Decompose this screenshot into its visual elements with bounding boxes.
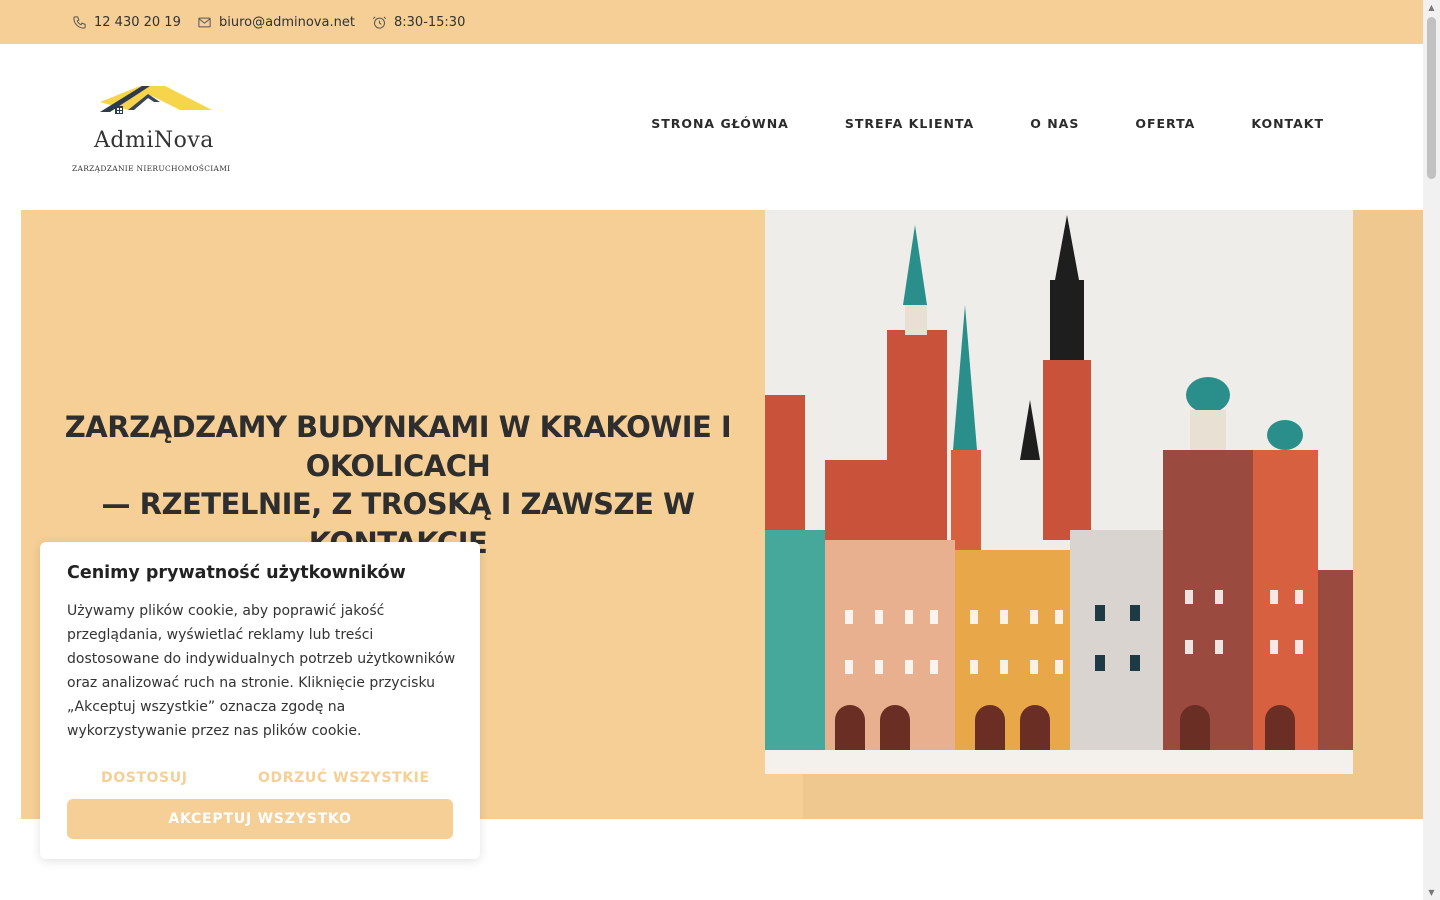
scroll-up-icon[interactable]: ▲ — [1427, 3, 1436, 12]
site-header: AdmiNova ZARZĄDZANIE NIERUCHOMOŚCIAMI ST… — [0, 44, 1423, 210]
krakow-illustration — [765, 210, 1353, 774]
hero-title-line: OKOLICACH — [305, 448, 491, 483]
cookie-customize-button[interactable]: DOSTOSUJ — [101, 770, 188, 786]
nav-offer[interactable]: OFERTA — [1135, 116, 1195, 131]
cookie-accept-button[interactable]: AKCEPTUJ WSZYSTKO — [67, 799, 453, 839]
hours-info: 8:30-15:30 — [372, 0, 465, 44]
krakow-buildings-image — [765, 210, 1353, 774]
scroll-down-icon[interactable]: ▼ — [1427, 888, 1436, 897]
cookie-consent-dialog: Cenimy prywatność użytkowników Używamy p… — [40, 542, 480, 859]
nav-about[interactable]: O NAS — [1030, 116, 1079, 131]
phone-number: 12 430 20 19 — [94, 14, 181, 30]
hero-title-line: ZARZĄDZAMY BUDYNKAMI W KRAKOWIE I — [64, 410, 732, 444]
nav-contact[interactable]: KONTAKT — [1251, 116, 1324, 131]
mail-icon — [198, 17, 211, 27]
nav-client-zone[interactable]: STREFA KLIENTA — [845, 116, 974, 131]
cookie-title: Cenimy prywatność użytkowników — [67, 563, 406, 583]
page-scrollbar[interactable]: ▲ ▼ — [1423, 0, 1440, 900]
email-contact[interactable]: biuro@adminova.net — [197, 0, 355, 44]
logo-tagline: ZARZĄDZANIE NIERUCHOMOŚCIAMI — [72, 164, 231, 173]
hero-title-line: — RZETELNIE, Z TROSKĄ I ZAWSZE W — [101, 487, 695, 521]
opening-hours: 8:30-15:30 — [394, 14, 466, 30]
site-logo[interactable]: AdmiNova ZARZĄDZANIE NIERUCHOMOŚCIAMI — [70, 84, 245, 179]
email-address: biuro@adminova.net — [219, 14, 355, 30]
phone-contact[interactable]: 12 430 20 19 — [72, 0, 181, 44]
scrollbar-thumb[interactable] — [1427, 17, 1436, 179]
logo-name: AdmiNova — [94, 128, 214, 153]
roof-logo-icon — [100, 86, 212, 114]
cookie-reject-button[interactable]: ODRZUĆ WSZYSTKIE — [258, 770, 430, 786]
nav-home[interactable]: STRONA GŁÓWNA — [651, 116, 789, 131]
phone-icon — [73, 15, 86, 29]
clock-icon — [372, 16, 387, 29]
cookie-description: Używamy plików cookie, aby poprawić jako… — [67, 603, 456, 739]
hero-title: ZARZĄDZAMY BUDYNKAMI W KRAKOWIE I OKOLIC… — [61, 408, 735, 562]
top-contact-bar: 12 430 20 19 biuro@adminova.net 8:30-15:… — [0, 0, 1423, 44]
main-navigation: STRONA GŁÓWNA STREFA KLIENTA O NAS OFERT… — [595, 116, 1324, 131]
